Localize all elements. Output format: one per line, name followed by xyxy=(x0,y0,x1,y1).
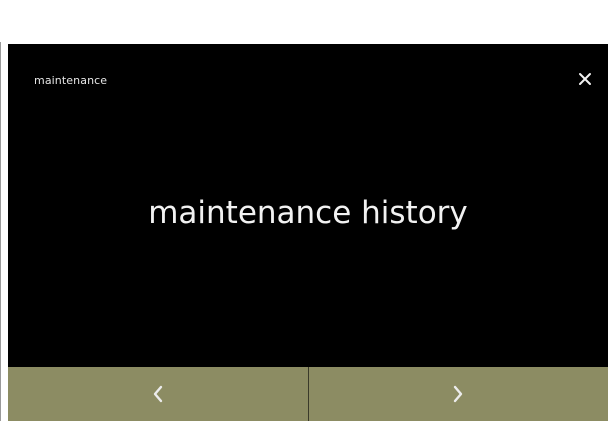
chevron-left-icon xyxy=(153,385,162,403)
left-divider xyxy=(0,42,1,421)
previous-button[interactable] xyxy=(8,367,309,421)
chevron-right-icon xyxy=(454,385,463,403)
close-button[interactable] xyxy=(572,66,598,92)
close-icon xyxy=(579,73,591,85)
device-page: maintenance maintenance history xyxy=(0,0,608,421)
navigation-bar xyxy=(8,367,608,421)
next-button[interactable] xyxy=(308,367,608,421)
page-title: maintenance xyxy=(34,74,108,87)
screen-heading: maintenance history xyxy=(148,195,468,231)
device-screen: maintenance maintenance history xyxy=(8,44,608,421)
